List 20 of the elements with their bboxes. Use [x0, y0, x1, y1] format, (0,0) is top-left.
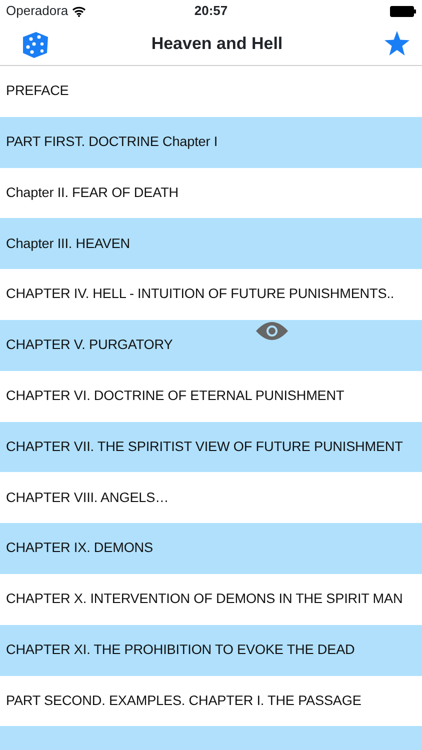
chapter-row[interactable]: CHAPTER IX. DEMONS [0, 523, 422, 574]
chapter-row[interactable]: CHAPTER VIII. ANGELS… [0, 472, 422, 524]
battery-icon [390, 6, 416, 16]
carrier-name: Operadora [6, 2, 68, 20]
wifi-icon [72, 6, 86, 16]
chapter-row[interactable]: CHAPTER V. PURGATORY [0, 320, 422, 371]
screen-title: Heaven and Hell [151, 32, 283, 55]
chapter-row[interactable]: CHAPTER VII. THE SPIRITIST VIEW OF FUTURE PUNISHMENT [0, 422, 422, 472]
chapter-row[interactable]: Chapter III. HEAVEN [0, 218, 422, 270]
chapter-row[interactable]: CHAPTER VI. DOCTRINE OF ETERNAL PUNISHMENT [0, 370, 422, 422]
chapter-row[interactable]: CHAPTER X. INTERVENTION OF DEMONS IN THE SPIRIT MAN [0, 574, 422, 625]
chapter-row[interactable]: PART SECOND. EXAMPLES. CHAPTER I. THE PASSAGE [0, 676, 422, 726]
clock-time: 20:57 [194, 2, 228, 20]
chapter-row[interactable]: Chapter II. FEAR OF DEATH [0, 168, 422, 218]
chapter-row[interactable]: CHAPTER IV. HELL - INTUITION OF FUTURE PUNISHMENTS.. [0, 269, 422, 320]
chapter-row[interactable]: PART FIRST. DOCTRINE Chapter I [0, 116, 422, 168]
star-icon[interactable] [384, 31, 410, 56]
chapter-row[interactable]: PREFACE [0, 66, 422, 117]
chapter-row[interactable]: CHAPTER XI. THE PROHIBITION TO EVOKE THE DEAD [0, 624, 422, 676]
eye-icon [256, 322, 288, 340]
